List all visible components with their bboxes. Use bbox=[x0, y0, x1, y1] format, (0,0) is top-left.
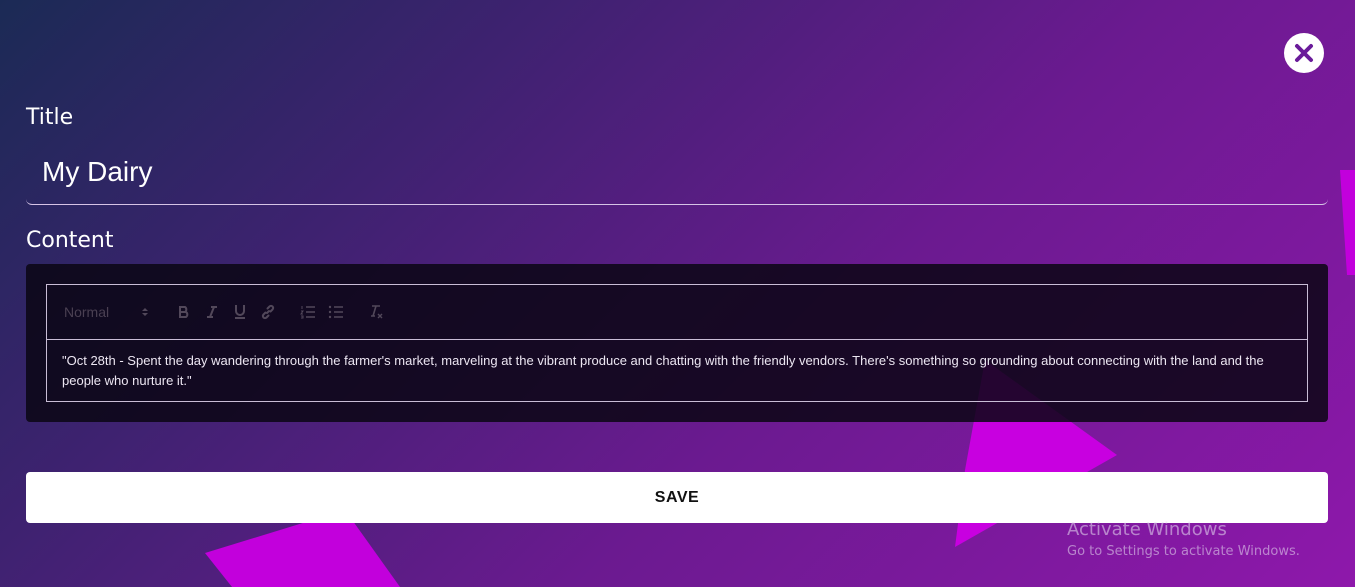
decorative-sliver-right-edge bbox=[1340, 170, 1355, 275]
italic-button[interactable] bbox=[198, 300, 226, 324]
link-icon bbox=[261, 304, 275, 320]
watermark-subtitle: Go to Settings to activate Windows. bbox=[1067, 544, 1300, 559]
bullet-list-icon bbox=[328, 305, 343, 319]
title-label: Title bbox=[26, 105, 74, 130]
italic-icon bbox=[207, 306, 217, 318]
content-editor-panel: Normal "Oct 28th - Spent the day wanderi… bbox=[26, 264, 1328, 422]
select-arrows-icon bbox=[142, 308, 148, 316]
close-icon bbox=[1295, 44, 1313, 62]
underline-icon bbox=[235, 305, 245, 319]
underline-button[interactable] bbox=[226, 300, 254, 324]
format-select[interactable]: Normal bbox=[64, 304, 150, 320]
title-input[interactable] bbox=[26, 142, 1328, 202]
ordered-list-icon bbox=[300, 306, 315, 319]
bullet-list-button[interactable] bbox=[322, 300, 350, 324]
watermark-title: Activate Windows bbox=[1067, 519, 1227, 540]
bold-button[interactable] bbox=[170, 300, 198, 324]
clear-format-button[interactable] bbox=[362, 300, 390, 324]
editor-toolbar: Normal bbox=[47, 285, 1307, 340]
editor-content-area[interactable]: "Oct 28th - Spent the day wandering thro… bbox=[47, 340, 1307, 402]
clear-format-icon bbox=[371, 305, 383, 319]
ordered-list-button[interactable] bbox=[294, 300, 322, 324]
save-button[interactable]: SAVE bbox=[26, 472, 1328, 523]
link-button[interactable] bbox=[254, 300, 282, 324]
close-button[interactable] bbox=[1284, 33, 1324, 73]
bold-icon bbox=[179, 306, 189, 318]
format-select-value: Normal bbox=[64, 304, 110, 320]
windows-activation-watermark: Activate Windows Go to Settings to activ… bbox=[1067, 519, 1300, 563]
rich-text-editor: Normal "Oct 28th - Spent the day wanderi… bbox=[46, 284, 1308, 402]
content-label: Content bbox=[26, 228, 114, 253]
title-field[interactable] bbox=[26, 142, 1328, 205]
